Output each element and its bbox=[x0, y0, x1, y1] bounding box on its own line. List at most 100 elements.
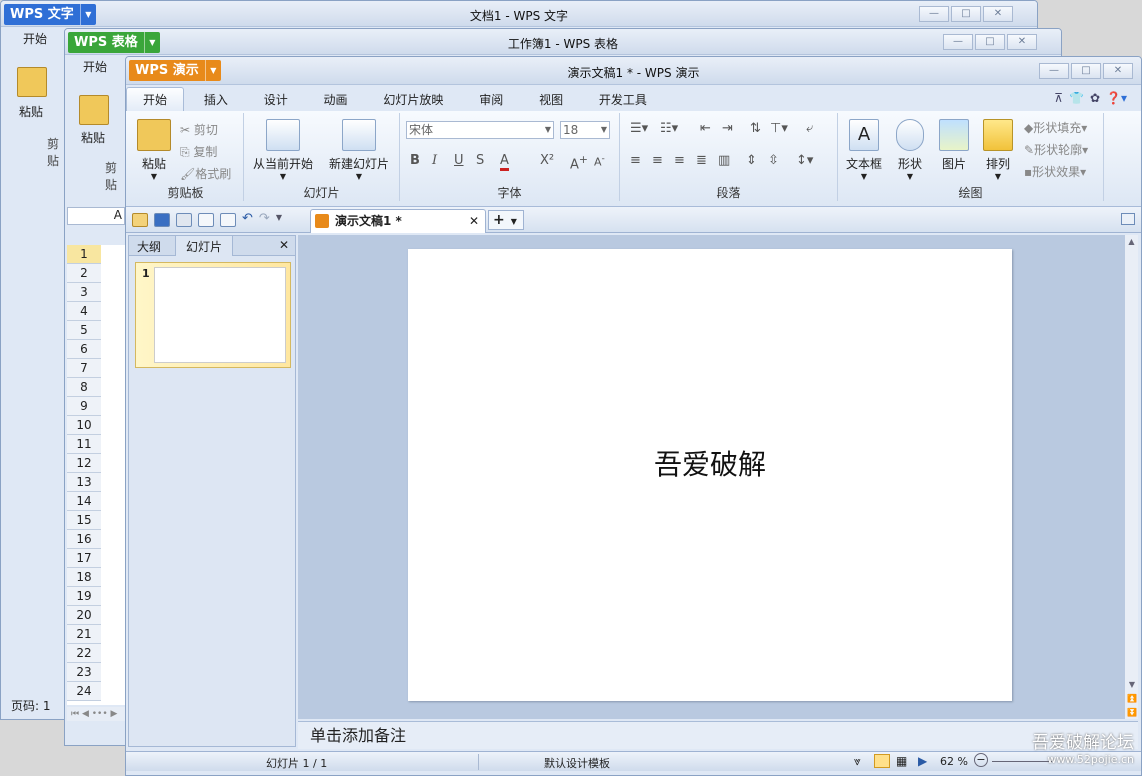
slide-thumbnail[interactable]: 1 bbox=[135, 262, 291, 368]
tab-start[interactable]: 开始 bbox=[126, 87, 185, 112]
row-header[interactable]: 8 bbox=[67, 378, 101, 397]
maximize-icon[interactable]: □ bbox=[1071, 63, 1101, 79]
slide-title-text[interactable]: 吾爱破解 bbox=[408, 443, 1012, 483]
filter-icon[interactable]: ⩔ bbox=[854, 754, 861, 769]
redo-icon[interactable]: ↷ bbox=[259, 211, 270, 226]
bold-button[interactable]: B bbox=[410, 153, 420, 168]
row-header[interactable]: 22 bbox=[67, 644, 101, 663]
superscript-button[interactable]: X² bbox=[540, 153, 554, 168]
row-header[interactable]: 5 bbox=[67, 321, 101, 340]
close-icon[interactable]: ✕ bbox=[1007, 34, 1037, 50]
scroll-up-icon[interactable]: ▲ bbox=[1125, 237, 1138, 246]
tab-slideshow[interactable]: 幻灯片放映 bbox=[367, 88, 459, 112]
cut-button[interactable]: ✂ 剪切 bbox=[180, 121, 218, 138]
italic-button[interactable]: I bbox=[432, 153, 437, 168]
new-tab-button[interactable]: + ▼ bbox=[488, 210, 524, 230]
prev-slide-icon[interactable]: ⏫ bbox=[1125, 694, 1139, 703]
undo-icon[interactable]: ↶ bbox=[242, 211, 253, 226]
row-header[interactable]: 16 bbox=[67, 530, 101, 549]
new-slide-button[interactable]: 新建幻灯片 ▼ bbox=[322, 119, 396, 181]
document-tab[interactable]: 演示文稿1 * ✕ bbox=[310, 209, 486, 233]
row-header[interactable]: 11 bbox=[67, 435, 101, 454]
row-header[interactable]: 7 bbox=[67, 359, 101, 378]
from-current-button[interactable]: 从当前开始 ▼ bbox=[248, 119, 318, 181]
font-size-select[interactable]: 18 ▼ bbox=[560, 121, 610, 139]
scroll-down-icon[interactable]: ▼ bbox=[1125, 680, 1139, 689]
numbering-button[interactable]: ☷▾ bbox=[660, 121, 678, 136]
picture-button[interactable]: 图片 bbox=[934, 119, 974, 172]
row-header[interactable]: 14 bbox=[67, 492, 101, 511]
tab-review[interactable]: 审阅 bbox=[463, 88, 519, 112]
row-header[interactable]: 23 bbox=[67, 663, 101, 682]
line-spacing-down-button[interactable]: ⇳ bbox=[768, 153, 779, 168]
writer-tab-start[interactable]: 开始 bbox=[1, 27, 57, 51]
tab-slides[interactable]: 幻灯片 bbox=[175, 236, 234, 256]
justify-button[interactable]: ≣ bbox=[696, 153, 707, 168]
shape-button[interactable]: 形状 ▼ bbox=[890, 119, 930, 181]
shape-outline-button[interactable]: ✎形状轮廓▾ bbox=[1024, 141, 1088, 158]
align-left-button[interactable]: ≡ bbox=[630, 153, 641, 168]
maximize-icon[interactable]: □ bbox=[975, 34, 1005, 50]
font-color-button[interactable]: A bbox=[500, 153, 509, 171]
row-header[interactable]: 9 bbox=[67, 397, 101, 416]
normal-view-icon[interactable] bbox=[874, 754, 890, 768]
print-preview-icon[interactable] bbox=[220, 213, 236, 227]
line-spacing-up-button[interactable]: ⇕ bbox=[746, 153, 757, 168]
row-header[interactable]: 19 bbox=[67, 587, 101, 606]
row-header[interactable]: 18 bbox=[67, 568, 101, 587]
vertical-scrollbar[interactable]: ▲ ▼ ⏫ ⏬ bbox=[1124, 235, 1138, 719]
underline-button[interactable]: U bbox=[454, 153, 464, 168]
row-header[interactable]: 17 bbox=[67, 549, 101, 568]
row-header[interactable]: 1 bbox=[67, 245, 101, 264]
row-header[interactable]: 20 bbox=[67, 606, 101, 625]
close-panel-icon[interactable]: ✕ bbox=[279, 238, 289, 252]
row-header[interactable]: 21 bbox=[67, 625, 101, 644]
row-header[interactable]: 6 bbox=[67, 340, 101, 359]
close-tab-icon[interactable]: ✕ bbox=[469, 210, 479, 232]
customize-icon[interactable]: ▼ bbox=[276, 213, 282, 222]
copy-button[interactable]: ⎘ 复制 bbox=[180, 143, 217, 160]
tab-animation[interactable]: 动画 bbox=[308, 88, 364, 112]
writer-paste-button[interactable]: 粘贴 bbox=[19, 103, 43, 120]
maximize-icon[interactable]: □ bbox=[951, 6, 981, 22]
font-name-select[interactable]: 宋体 ▼ bbox=[406, 121, 554, 139]
tab-developer[interactable]: 开发工具 bbox=[583, 88, 663, 112]
paste-button[interactable]: 粘贴 ▼ bbox=[134, 119, 174, 181]
row-header[interactable]: 2 bbox=[67, 264, 101, 283]
text-direction-button[interactable]: ⇅ bbox=[750, 121, 761, 136]
export-pdf-icon[interactable] bbox=[176, 213, 192, 227]
slide[interactable]: 吾爱破解 bbox=[408, 249, 1012, 701]
row-header[interactable]: 10 bbox=[67, 416, 101, 435]
textbox-button[interactable]: A 文本框 ▼ bbox=[842, 119, 886, 181]
save-icon[interactable] bbox=[154, 213, 170, 227]
sheet-hscroll[interactable]: ⏮ ◀ ••• ▶ bbox=[67, 707, 125, 721]
row-header[interactable]: 24 bbox=[67, 682, 101, 701]
play-icon[interactable]: ▶ bbox=[918, 754, 927, 768]
tab-view[interactable]: 视图 bbox=[523, 88, 579, 112]
align-text-button[interactable]: ⊤▾ bbox=[770, 121, 788, 136]
sheet-paste-button[interactable]: 粘贴 bbox=[81, 129, 105, 146]
skin-icon[interactable]: 👕 bbox=[1069, 91, 1084, 105]
help-icon[interactable]: ❓▾ bbox=[1106, 91, 1127, 105]
close-icon[interactable]: ✕ bbox=[1103, 63, 1133, 79]
row-header[interactable]: 3 bbox=[67, 283, 101, 302]
shape-fill-button[interactable]: ◆形状填充▾ bbox=[1024, 119, 1087, 136]
shrink-font-button[interactable]: A- bbox=[594, 153, 605, 169]
zoom-out-icon[interactable]: − bbox=[974, 753, 988, 767]
print-icon[interactable] bbox=[198, 213, 214, 227]
align-center-button[interactable]: ≡ bbox=[652, 153, 663, 168]
wrap-button[interactable]: ⤶ bbox=[806, 121, 813, 136]
minimize-icon[interactable]: — bbox=[919, 6, 949, 22]
row-header[interactable]: 12 bbox=[67, 454, 101, 473]
tab-design[interactable]: 设计 bbox=[248, 88, 304, 112]
row-header[interactable]: 13 bbox=[67, 473, 101, 492]
format-painter-button[interactable]: 🖌格式刷 bbox=[180, 165, 231, 182]
line-spacing-button[interactable]: ↕▾ bbox=[796, 153, 813, 168]
strikethrough-button[interactable]: S bbox=[476, 153, 484, 168]
close-icon[interactable]: ✕ bbox=[983, 6, 1013, 22]
name-box[interactable]: A bbox=[67, 207, 125, 225]
sorter-view-icon[interactable]: ▦ bbox=[896, 754, 907, 768]
bullets-button[interactable]: ☰▾ bbox=[630, 121, 648, 136]
arrange-button[interactable]: 排列 ▼ bbox=[978, 119, 1018, 181]
sheet-tab-start[interactable]: 开始 bbox=[65, 55, 117, 79]
